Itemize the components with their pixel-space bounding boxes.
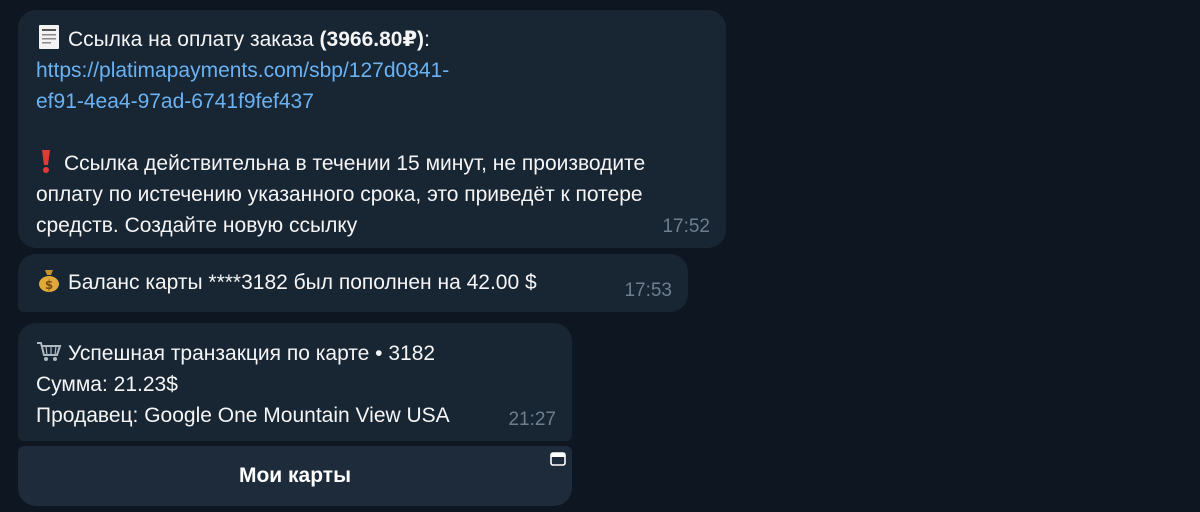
transaction-line1: Успешная транзакция по карте • 3182 — [36, 338, 554, 369]
transaction-amount: Сумма: 21.23$ — [36, 373, 178, 396]
exclamation-icon — [42, 150, 50, 173]
transaction-title: Успешная транзакция по карте • 3182 — [68, 342, 436, 365]
svg-text:$: $ — [45, 278, 53, 292]
payment-amount: (3966.80₽) — [319, 28, 425, 51]
message-payment-link: Ссылка на оплату заказа (3966.80₽): http… — [18, 10, 726, 248]
payment-title-suffix: : — [424, 28, 430, 51]
payment-link-line2[interactable]: ef91-4ea4-97ad-6741f9fef437 — [36, 86, 708, 117]
payment-link-title: Ссылка на оплату заказа (3966.80₽): — [36, 24, 708, 55]
warning-text-1: Ссылка действительна в течении 15 минут,… — [64, 152, 646, 175]
money-bag-icon: $ — [39, 270, 59, 292]
balance-text: Баланс карты ****3182 был пополнен на 42… — [68, 271, 537, 294]
my-cards-button[interactable]: Мои карты — [18, 446, 572, 506]
message-transaction: Успешная транзакция по карте • 3182 Сумм… — [18, 323, 572, 441]
message-time: 17:52 — [662, 216, 710, 237]
balance-line: $ Баланс карты ****3182 был пополнен на … — [36, 267, 670, 298]
receipt-icon — [39, 25, 59, 49]
payment-link-line1[interactable]: https://platimapayments.com/sbp/127d0841… — [36, 55, 708, 86]
my-cards-label: Мои карты — [238, 464, 352, 487]
open-window-icon — [550, 452, 566, 466]
shopping-cart-icon — [37, 342, 62, 361]
payment-title-prefix: Ссылка на оплату заказа — [68, 28, 320, 51]
warning-line2: оплату по истечению указанного срока, эт… — [36, 183, 643, 206]
warning-line1: Ссылка действительна в течении 15 минут,… — [36, 148, 708, 179]
message-balance-topup: $ Баланс карты ****3182 был пополнен на … — [18, 254, 688, 312]
message-time: 17:53 — [624, 280, 672, 301]
message-time: 21:27 — [508, 409, 556, 430]
transaction-merchant: Продавец: Google One Mountain View USA — [36, 404, 450, 427]
warning-line3: средств. Создайте новую ссылку — [36, 214, 358, 237]
